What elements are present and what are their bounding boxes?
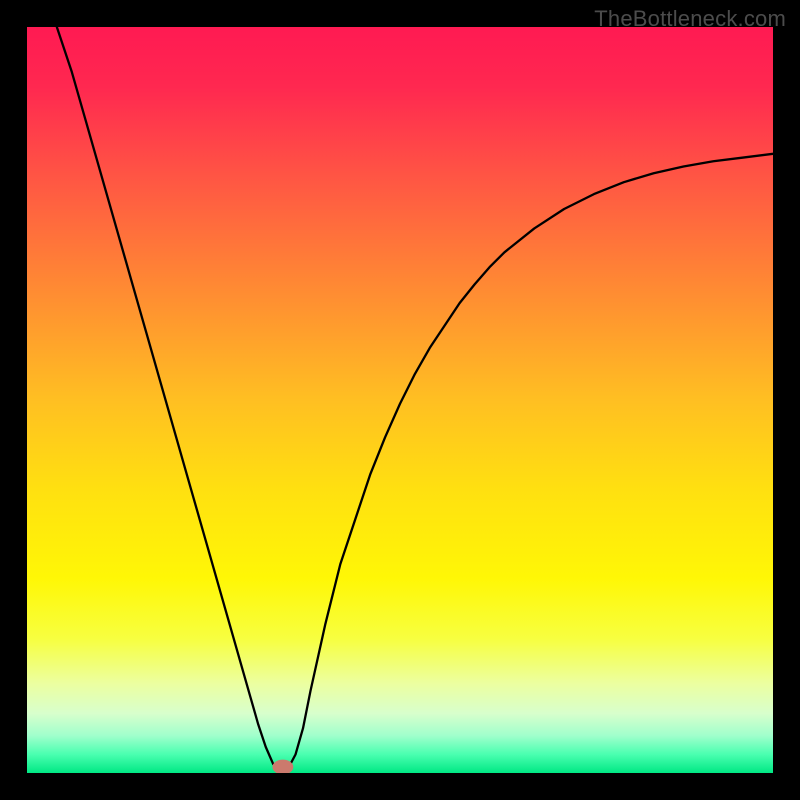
gradient-background	[27, 27, 773, 773]
bottleneck-chart-svg	[27, 27, 773, 773]
plot-area	[27, 27, 773, 773]
watermark-label: TheBottleneck.com	[594, 6, 786, 32]
chart-frame: TheBottleneck.com	[0, 0, 800, 800]
